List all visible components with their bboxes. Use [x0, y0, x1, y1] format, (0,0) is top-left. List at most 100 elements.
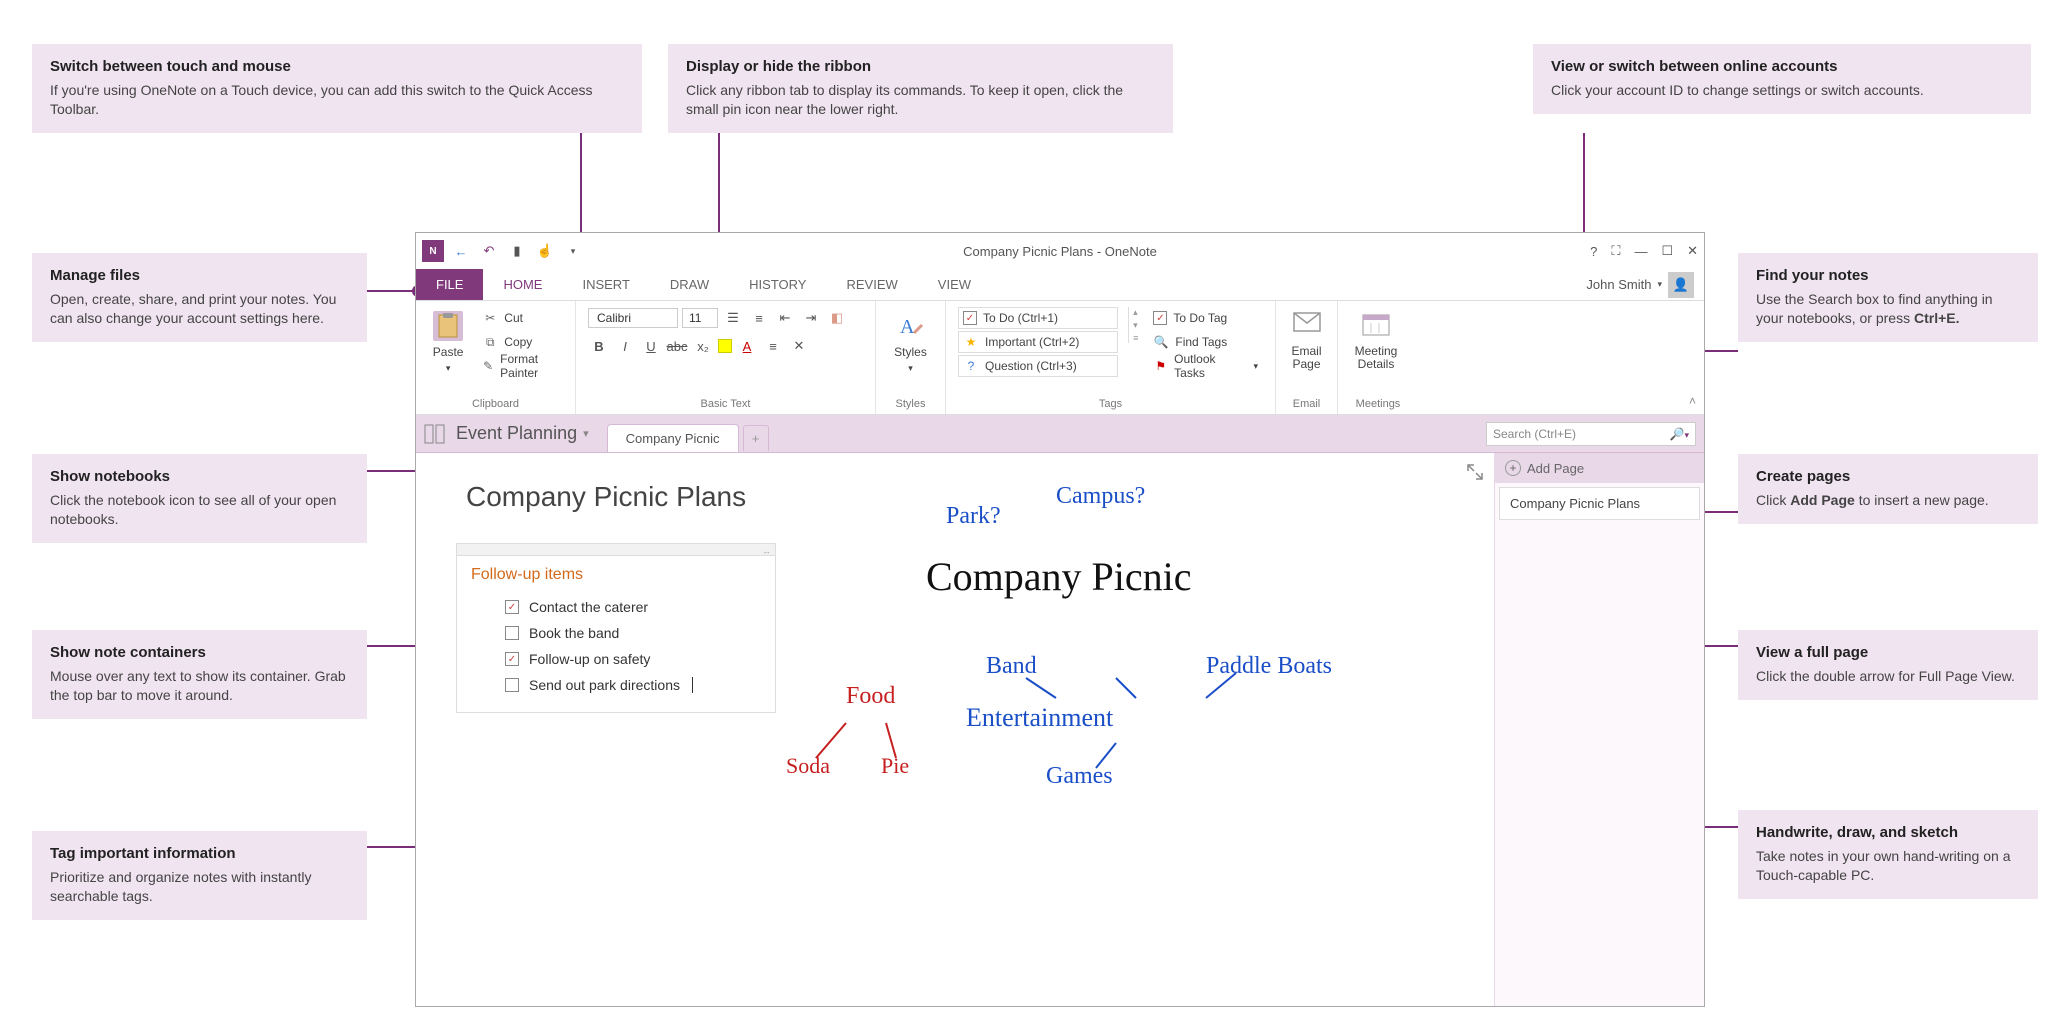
find-tags-button[interactable]: 🔍Find Tags: [1148, 331, 1263, 353]
bold-button[interactable]: B: [588, 335, 610, 357]
tag-scroll-up-icon[interactable]: ▴: [1133, 307, 1138, 318]
draw-tab[interactable]: DRAW: [650, 269, 729, 300]
search-input[interactable]: Search (Ctrl+E) 🔎▾: [1486, 422, 1696, 446]
checklist-item[interactable]: ✓Follow-up on safety: [505, 646, 761, 672]
notebook-dropdown[interactable]: Event Planning ▾: [456, 423, 589, 444]
todo-tag-apply-button[interactable]: ✓To Do Tag: [1148, 307, 1263, 329]
notebook-list-icon[interactable]: [424, 422, 448, 446]
font-color-button[interactable]: A: [736, 335, 758, 357]
callout-title: View a full page: [1756, 644, 2020, 661]
highlight-button[interactable]: [718, 339, 732, 353]
subscript-button[interactable]: x₂: [692, 335, 714, 357]
help-icon[interactable]: ?: [1590, 244, 1597, 259]
numbering-icon[interactable]: ≡: [748, 307, 770, 329]
close-icon[interactable]: ✕: [1687, 243, 1698, 259]
bullets-icon[interactable]: ☰: [722, 307, 744, 329]
clear-format-button[interactable]: ✕: [788, 335, 810, 357]
font-size-select[interactable]: 11: [682, 308, 718, 328]
strike-button[interactable]: abc: [666, 335, 688, 357]
checkbox-icon[interactable]: [505, 626, 519, 640]
question-tag-button[interactable]: ?Question (Ctrl+3): [958, 355, 1118, 377]
todo-tag-button[interactable]: ✓To Do (Ctrl+1): [958, 307, 1118, 329]
callout-body: Click any ribbon tab to display its comm…: [686, 81, 1155, 119]
undo-icon[interactable]: ↶: [478, 240, 500, 262]
email-page-button[interactable]: Email Page: [1288, 307, 1325, 371]
scissors-icon: ✂: [482, 310, 498, 326]
account-area[interactable]: John Smith ▾ 👤: [1586, 269, 1704, 300]
touch-mode-icon[interactable]: ☝: [534, 240, 556, 262]
container-title[interactable]: Follow-up items: [457, 556, 775, 590]
important-tag-button[interactable]: ★Important (Ctrl+2): [958, 331, 1118, 353]
checkbox-icon: ✓: [1153, 311, 1167, 325]
note-container[interactable]: ↔ Follow-up items ✓Contact the caterer B…: [456, 543, 776, 713]
callout-title: Tag important information: [50, 845, 349, 862]
tag-expand-icon[interactable]: ≡: [1133, 333, 1138, 343]
group-label: Clipboard: [428, 398, 563, 410]
minimize-icon[interactable]: —: [1634, 244, 1647, 259]
copy-button[interactable]: ⧉Copy: [478, 331, 563, 353]
insert-tab[interactable]: INSERT: [562, 269, 649, 300]
onenote-window: N ← ↶ ▮ ☝ ▾ Company Picnic Plans - OneNo…: [415, 232, 1705, 1007]
styles-button[interactable]: A Styles ▾: [888, 307, 933, 374]
page-list-item[interactable]: Company Picnic Plans: [1499, 487, 1700, 520]
qat-dropdown-icon[interactable]: ▾: [562, 240, 584, 262]
handwritten-text: Pie: [881, 753, 909, 779]
format-painter-button[interactable]: ✎Format Painter: [478, 355, 563, 377]
add-section-button[interactable]: +: [743, 425, 769, 451]
file-tab[interactable]: FILE: [416, 269, 483, 300]
indent-right-icon[interactable]: ⇥: [800, 307, 822, 329]
checklist-item[interactable]: Book the band: [505, 620, 761, 646]
checkbox-icon: ✓: [963, 311, 977, 325]
font-family-select[interactable]: Calibri: [588, 308, 678, 328]
cut-button[interactable]: ✂Cut: [478, 307, 563, 329]
collapse-ribbon-icon[interactable]: ˄: [1689, 394, 1696, 408]
copy-icon: ⧉: [482, 334, 498, 350]
review-tab[interactable]: REVIEW: [826, 269, 917, 300]
container-handle[interactable]: ↔: [457, 544, 775, 556]
styles-group: A Styles ▾ Styles: [876, 301, 946, 414]
plus-icon: +: [1505, 460, 1521, 476]
history-tab[interactable]: HISTORY: [729, 269, 826, 300]
callout-body: Click Add Page to insert a new page.: [1756, 491, 2020, 510]
search-icon: 🔍: [1153, 334, 1169, 350]
callout-body: Prioritize and organize notes with insta…: [50, 868, 349, 906]
full-page-toggle[interactable]: [1466, 463, 1484, 481]
italic-button[interactable]: I: [614, 335, 636, 357]
checklist-item[interactable]: Send out park directions: [505, 672, 761, 698]
calendar-icon: [1361, 311, 1391, 341]
checkbox-icon[interactable]: ✓: [505, 600, 519, 614]
checklist-item[interactable]: ✓Contact the caterer: [505, 594, 761, 620]
align-button[interactable]: ≡: [762, 335, 784, 357]
paste-button[interactable]: Paste ▾: [428, 307, 468, 374]
handwritten-text: Entertainment: [966, 703, 1113, 733]
meeting-details-button[interactable]: Meeting Details: [1350, 307, 1402, 371]
underline-button[interactable]: U: [640, 335, 662, 357]
handwritten-text: Campus?: [1056, 483, 1145, 510]
checkbox-icon[interactable]: [505, 678, 519, 692]
dock-icon[interactable]: ▮: [506, 240, 528, 262]
page-list-pane: + Add Page Company Picnic Plans: [1494, 453, 1704, 1006]
account-dropdown-icon: ▾: [1657, 279, 1662, 290]
home-tab[interactable]: HOME: [483, 269, 562, 300]
add-page-button[interactable]: + Add Page: [1495, 453, 1704, 483]
svg-text:A: A: [900, 316, 915, 338]
callout-title: Show notebooks: [50, 468, 349, 485]
callout-title: Switch between touch and mouse: [50, 58, 624, 75]
page-canvas[interactable]: Company Picnic Plans ↔ Follow-up items ✓…: [416, 453, 1494, 1006]
eraser-icon[interactable]: ◧: [826, 307, 848, 329]
handwritten-text: Park?: [946, 503, 1001, 530]
indent-left-icon[interactable]: ⇤: [774, 307, 796, 329]
outlook-tasks-button[interactable]: ⚑Outlook Tasks▾: [1148, 355, 1263, 377]
callout-touch-switch: Switch between touch and mouse If you're…: [32, 44, 642, 133]
callout-body: Click your account ID to change settings…: [1551, 81, 2013, 100]
page-title[interactable]: Company Picnic Plans: [466, 481, 746, 513]
checklist: ✓Contact the caterer Book the band ✓Foll…: [457, 590, 775, 712]
back-icon[interactable]: ←: [450, 240, 472, 262]
tag-scroll-down-icon[interactable]: ▾: [1133, 320, 1138, 331]
group-label: Email: [1288, 398, 1325, 410]
view-tab[interactable]: VIEW: [918, 269, 991, 300]
maximize-icon[interactable]: ☐: [1661, 243, 1673, 259]
section-tab[interactable]: Company Picnic: [607, 424, 739, 452]
checkbox-icon[interactable]: ✓: [505, 652, 519, 666]
full-screen-icon[interactable]: ⛶: [1611, 243, 1620, 259]
